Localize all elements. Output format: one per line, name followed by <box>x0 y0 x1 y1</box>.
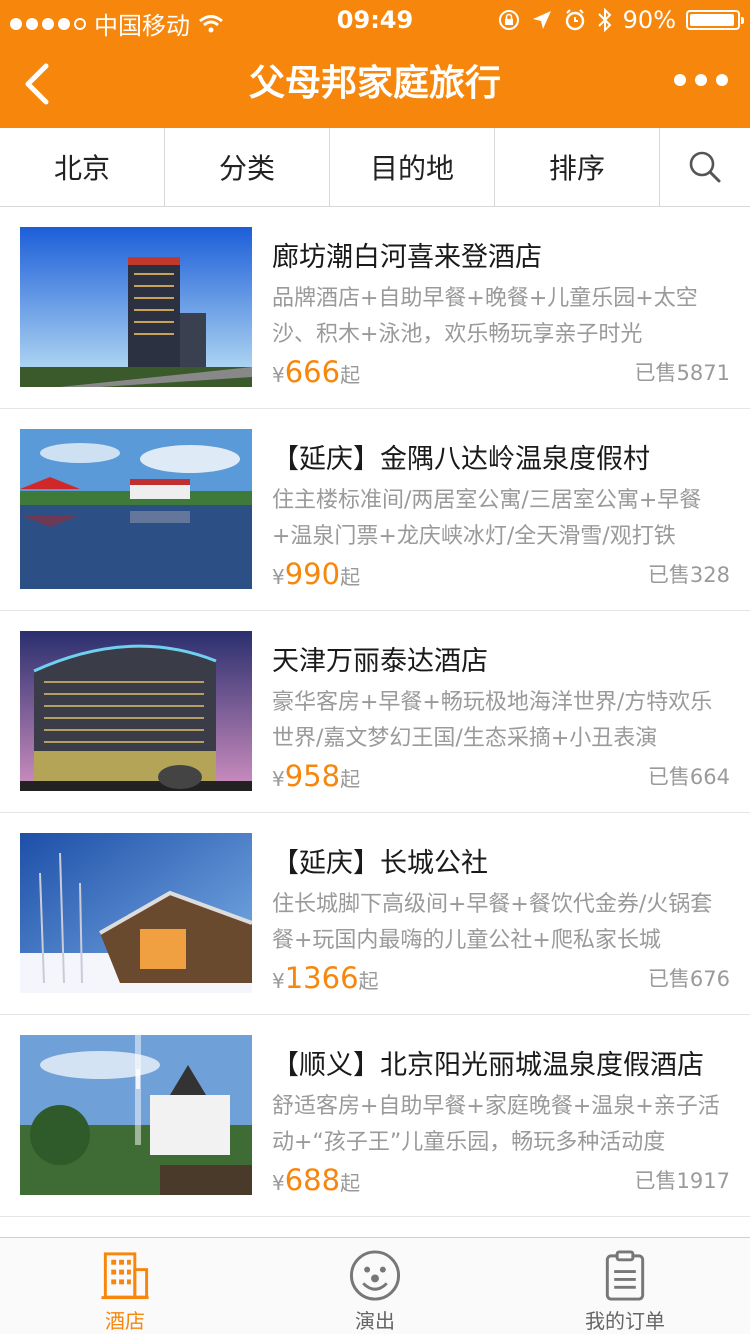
tab-hotel[interactable]: 酒店 <box>0 1238 250 1334</box>
list-item[interactable]: 廊坊潮白河喜来登酒店 品牌酒店+自助早餐+晚餐+儿童乐园+太空沙、积木+泳池，欢… <box>0 207 750 409</box>
price-value: 1366 <box>284 961 359 995</box>
tab-orders[interactable]: 我的订单 <box>500 1238 750 1334</box>
price-suffix: 起 <box>340 363 361 387</box>
hotel-description: 品牌酒店+自助早餐+晚餐+儿童乐园+太空沙、积木+泳池，欢乐畅玩享亲子时光 <box>272 286 698 347</box>
hotel-building-icon <box>101 1252 149 1300</box>
filter-category[interactable]: 分类 <box>165 128 330 206</box>
search-button[interactable] <box>660 128 750 206</box>
price-suffix: 起 <box>340 767 361 791</box>
status-bar: 中国移动 09:49 90% <box>0 0 750 40</box>
sold-count: 已售664 <box>647 765 730 789</box>
page-title: 父母邦家庭旅行 <box>248 63 501 104</box>
filter-sort[interactable]: 排序 <box>495 128 660 206</box>
sold-count: 已售1917 <box>634 1169 730 1193</box>
search-icon <box>689 151 721 183</box>
tab-show-label: 演出 <box>355 1309 395 1333</box>
currency-symbol: ¥ <box>272 969 285 993</box>
hotel-photo <box>20 429 252 589</box>
sold-count: 已售5871 <box>634 361 730 385</box>
hotel-name: 天津万丽泰达酒店 <box>272 646 488 677</box>
price-value: 958 <box>284 759 341 793</box>
hotel-description: 豪华客房+早餐+畅玩极地海洋世界/方特欢乐世界/嘉文梦幻王国/生态采摘+小丑表演 <box>272 690 713 751</box>
tab-hotel-label: 酒店 <box>105 1309 145 1333</box>
hotel-name: 【顺义】北京阳光丽城温泉度假酒店 <box>272 1050 704 1081</box>
price: ¥958起 <box>272 759 360 793</box>
currency-symbol: ¥ <box>272 767 285 791</box>
sold-count: 已售328 <box>647 563 730 587</box>
filter-bar: 北京 分类 目的地 排序 <box>0 128 750 207</box>
hotel-photo <box>20 631 252 791</box>
hotel-name: 廊坊潮白河喜来登酒店 <box>272 242 542 273</box>
price-value: 688 <box>284 1163 341 1197</box>
status-right: 90% <box>497 6 744 34</box>
price-suffix: 起 <box>358 969 379 993</box>
hotel-photo <box>20 833 252 993</box>
alarm-icon <box>565 9 584 31</box>
hotel-name: 【延庆】金隅八达岭温泉度假村 <box>272 444 650 475</box>
hotel-list: 廊坊潮白河喜来登酒店 品牌酒店+自助早餐+晚餐+儿童乐园+太空沙、积木+泳池，欢… <box>0 207 750 1217</box>
currency-symbol: ¥ <box>272 363 285 387</box>
price: ¥990起 <box>272 557 360 591</box>
tab-bar: 酒店 演出 我的订单 <box>0 1237 750 1334</box>
list-item[interactable]: 【延庆】金隅八达岭温泉度假村 住主楼标准间/两居室公寓/三居室公寓+早餐+温泉门… <box>0 409 750 611</box>
clipboard-orders-icon <box>605 1250 645 1301</box>
price: ¥688起 <box>272 1163 360 1197</box>
tab-show[interactable]: 演出 <box>250 1238 500 1334</box>
list-item[interactable]: 【顺义】北京阳光丽城温泉度假酒店 舒适客房+自助早餐+家庭晚餐+温泉+亲子活动+… <box>0 1015 750 1217</box>
more-dots-icon[interactable] <box>674 74 728 86</box>
sold-count: 已售676 <box>647 967 730 991</box>
tab-orders-label: 我的订单 <box>585 1309 665 1333</box>
list-item[interactable]: 天津万丽泰达酒店 豪华客房+早餐+畅玩极地海洋世界/方特欢乐世界/嘉文梦幻王国/… <box>0 611 750 813</box>
location-arrow-icon <box>532 11 551 29</box>
price-suffix: 起 <box>340 565 361 589</box>
hotel-description: 住主楼标准间/两居室公寓/三居室公寓+早餐+温泉门票+龙庆峡冰灯/全天滑雪/观打… <box>272 488 702 549</box>
currency-symbol: ¥ <box>272 565 285 589</box>
price: ¥666起 <box>272 355 360 389</box>
nav-bar: 父母邦家庭旅行 <box>0 40 750 128</box>
price-value: 666 <box>284 355 341 389</box>
price-suffix: 起 <box>340 1171 361 1195</box>
filter-destination[interactable]: 目的地 <box>330 128 495 206</box>
hotel-description: 舒适客房+自助早餐+家庭晚餐+温泉+亲子活动+“孩子王”儿童乐园，畅玩多种活动度 <box>272 1094 720 1155</box>
price-value: 990 <box>284 557 341 591</box>
price: ¥1366起 <box>272 961 379 995</box>
battery-icon <box>686 10 744 30</box>
clown-face-icon <box>349 1250 401 1301</box>
list-item[interactable]: 【延庆】长城公社 住长城脚下高级间+早餐+餐饮代金券/火锅套餐+玩国内最嗨的儿童… <box>0 813 750 1015</box>
hotel-photo <box>20 227 252 387</box>
battery-percent: 90% <box>622 6 676 34</box>
bluetooth-icon <box>597 7 612 33</box>
currency-symbol: ¥ <box>272 1171 285 1195</box>
hotel-description: 住长城脚下高级间+早餐+餐饮代金券/火锅套餐+玩国内最嗨的儿童公社+爬私家长城 <box>272 892 713 953</box>
filter-city[interactable]: 北京 <box>0 128 165 206</box>
hotel-photo <box>20 1035 252 1195</box>
hotel-name: 【延庆】长城公社 <box>272 848 488 879</box>
rotation-lock-icon <box>498 10 519 30</box>
